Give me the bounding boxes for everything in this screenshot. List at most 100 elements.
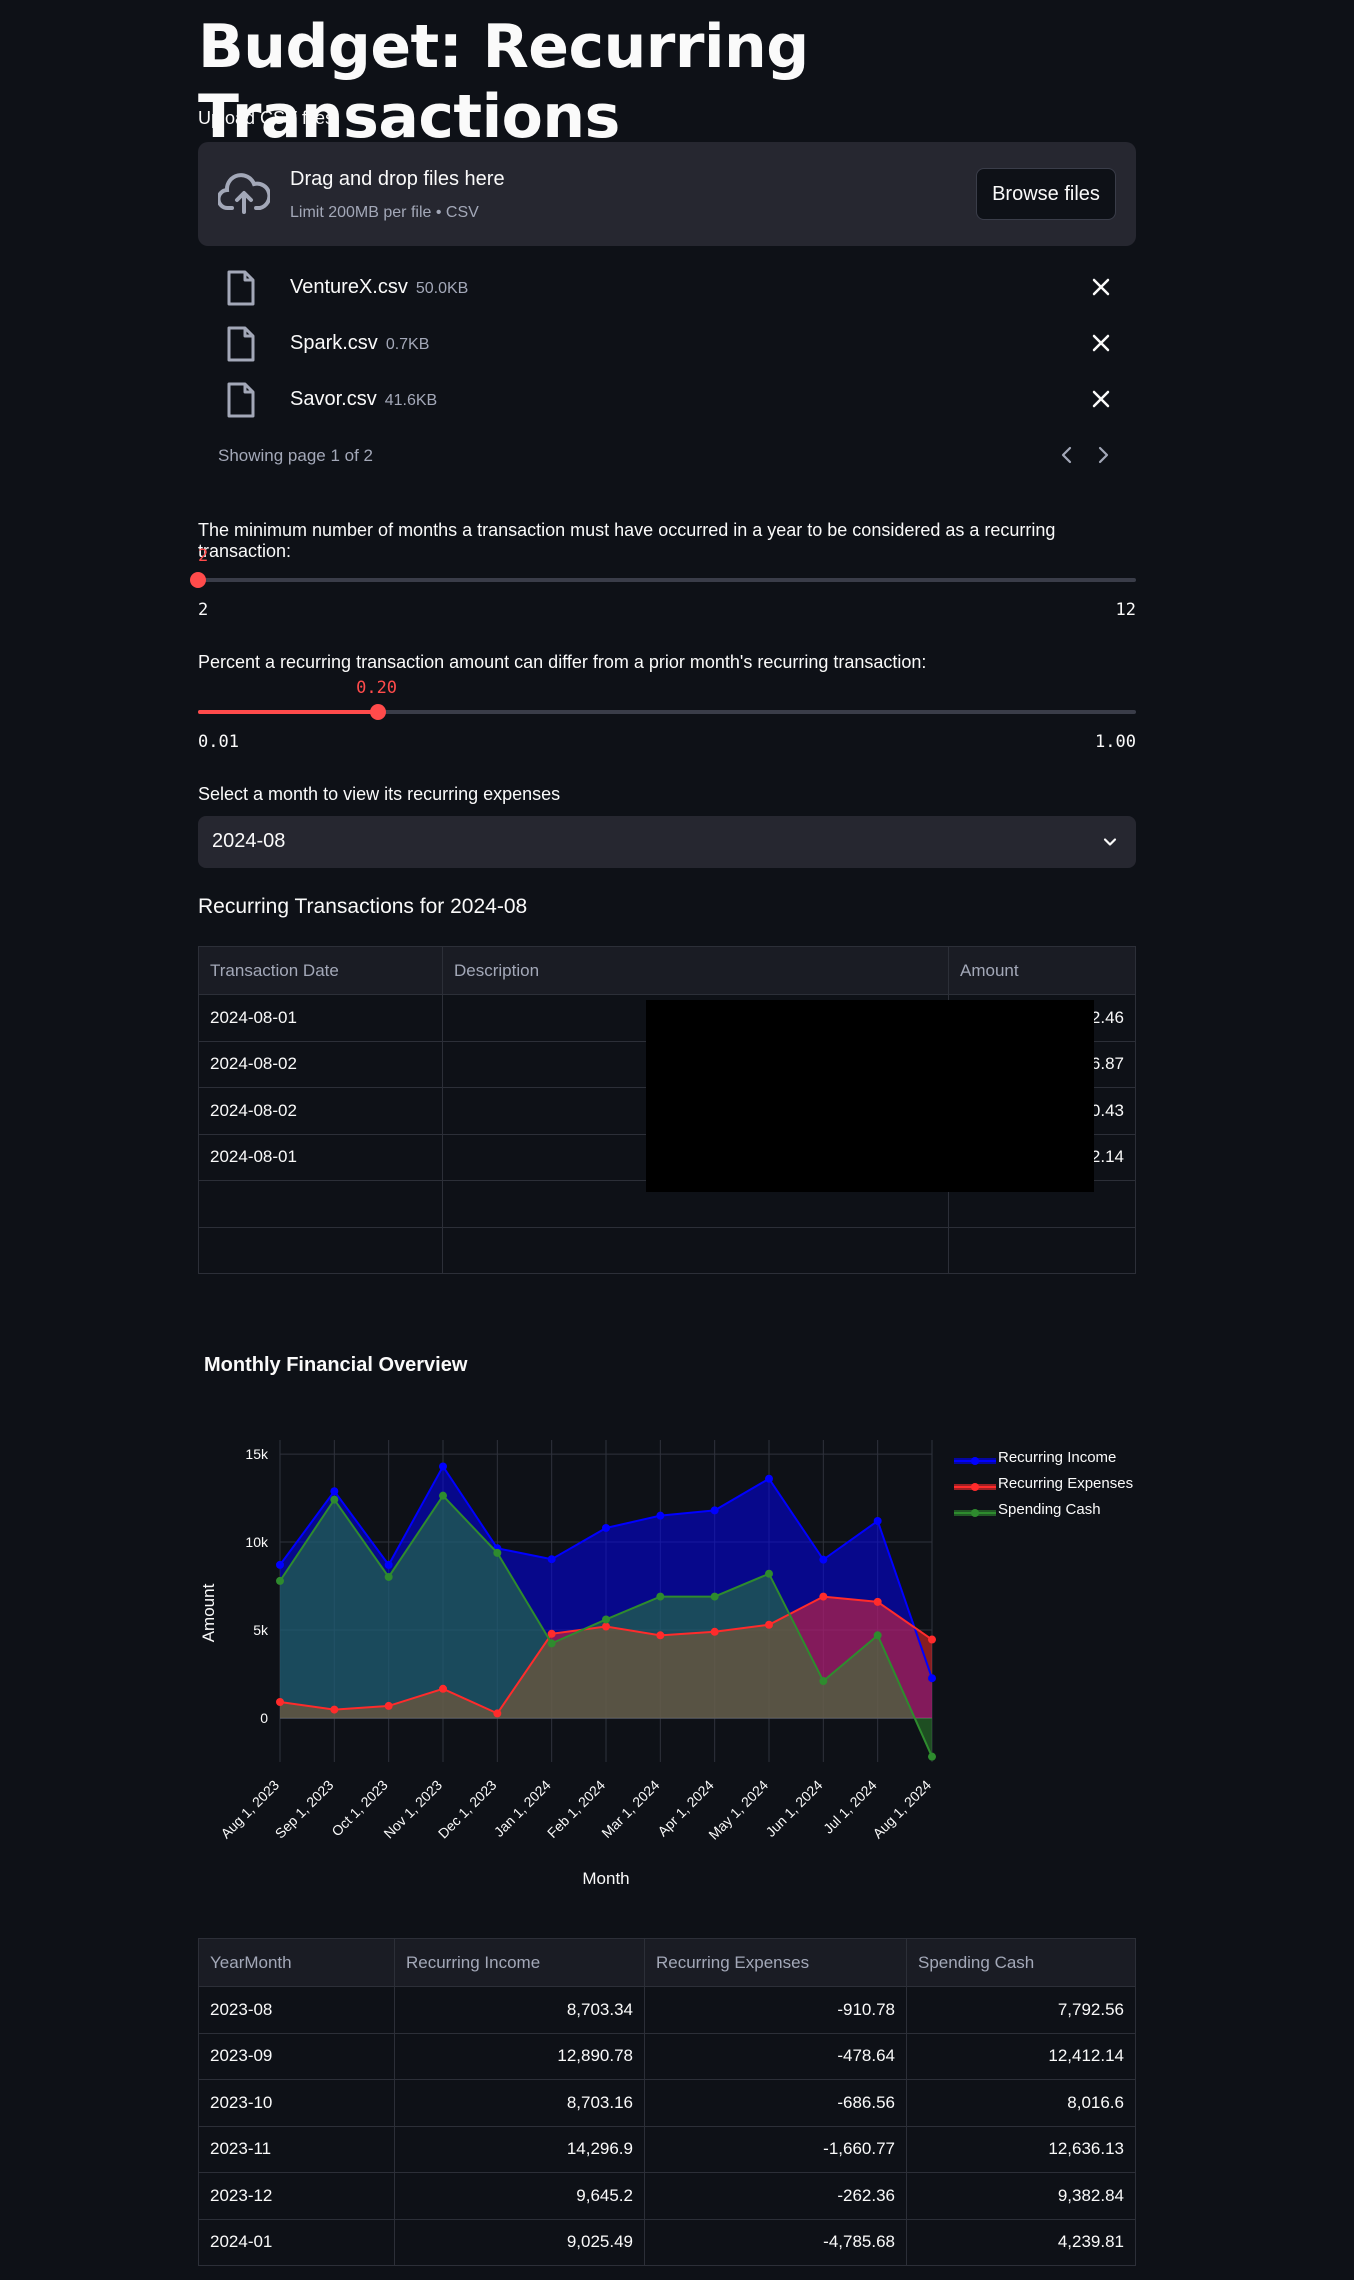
x-tick-label: Dec 1, 2023 bbox=[435, 1777, 500, 1842]
cell-spending[interactable]: 4,239.81 bbox=[906, 2218, 1136, 2266]
cell-expenses[interactable]: -4,785.68 bbox=[644, 2218, 907, 2266]
data-point bbox=[765, 1569, 773, 1578]
cell-yearmonth[interactable]: 2023-12 bbox=[198, 2172, 395, 2220]
dropzone-title: Drag and drop files here bbox=[290, 168, 505, 190]
cell-spending[interactable]: 12,412.14 bbox=[906, 2032, 1136, 2080]
file-icon bbox=[227, 326, 255, 362]
slider-max-label: 12 bbox=[1115, 600, 1136, 620]
cell-date[interactable] bbox=[198, 1226, 443, 1274]
file-icon bbox=[227, 382, 255, 418]
cell-expenses[interactable]: -1,660.77 bbox=[644, 2125, 907, 2173]
data-point bbox=[547, 1555, 556, 1564]
cell-expenses[interactable]: -262.36 bbox=[644, 2172, 907, 2220]
column-header[interactable]: Amount bbox=[948, 946, 1136, 995]
cell-date[interactable]: 2024-08-01 bbox=[198, 994, 443, 1042]
cell-yearmonth[interactable]: 2024-01 bbox=[198, 2218, 395, 2266]
cell-date[interactable] bbox=[198, 1180, 443, 1228]
legend-item[interactable]: Recurring Expenses bbox=[954, 1474, 1134, 1494]
data-point bbox=[873, 1516, 882, 1525]
table-row[interactable]: 2023-11 14,296.9 -1,660.77 12,636.13 bbox=[198, 2125, 1136, 2173]
column-header[interactable]: Recurring Expenses bbox=[644, 1938, 907, 1987]
data-point bbox=[710, 1506, 719, 1515]
chevron-right-icon[interactable] bbox=[1092, 440, 1114, 470]
legend-label: Recurring Expenses bbox=[998, 1475, 1134, 1492]
cell-spending[interactable]: 9,382.84 bbox=[906, 2172, 1136, 2220]
table-row[interactable] bbox=[198, 1226, 1136, 1274]
data-point bbox=[493, 1548, 502, 1557]
chevron-left-icon[interactable] bbox=[1056, 440, 1078, 470]
legend-swatch bbox=[954, 1479, 996, 1491]
table-row[interactable]: 2023-08 8,703.34 -910.78 7,792.56 bbox=[198, 1986, 1136, 2034]
data-point bbox=[330, 1705, 339, 1714]
chevron-down-icon bbox=[1103, 838, 1117, 846]
data-point bbox=[547, 1629, 556, 1638]
cell-date[interactable]: 2024-08-02 bbox=[198, 1040, 443, 1088]
data-point bbox=[819, 1677, 828, 1686]
data-point bbox=[765, 1474, 773, 1483]
cell-date[interactable]: 2024-08-02 bbox=[198, 1087, 443, 1135]
cell-description[interactable] bbox=[442, 1226, 949, 1274]
y-tick-label: 0 bbox=[260, 1710, 268, 1726]
column-header[interactable]: Spending Cash bbox=[906, 1938, 1136, 1987]
percent-slider[interactable]: 0.20 bbox=[198, 678, 1136, 720]
file-name: Savor.csv bbox=[290, 388, 377, 410]
slider-value: 2 bbox=[198, 546, 209, 566]
cell-spending[interactable]: 8,016.6 bbox=[906, 2079, 1136, 2127]
data-point bbox=[276, 1697, 284, 1706]
cell-expenses[interactable]: -910.78 bbox=[644, 1986, 907, 2034]
data-point bbox=[656, 1631, 665, 1640]
cell-yearmonth[interactable]: 2023-08 bbox=[198, 1986, 395, 2034]
cell-yearmonth[interactable]: 2023-11 bbox=[198, 2125, 395, 2173]
file-icon bbox=[227, 270, 255, 306]
data-point bbox=[439, 1684, 447, 1693]
data-point bbox=[819, 1592, 828, 1601]
table-row[interactable]: 2023-10 8,703.16 -686.56 8,016.6 bbox=[198, 2079, 1136, 2127]
slider-thumb[interactable] bbox=[190, 572, 206, 588]
x-tick-label: Aug 1, 2024 bbox=[869, 1777, 934, 1842]
legend-item[interactable]: Spending Cash bbox=[954, 1500, 1134, 1520]
column-header[interactable]: Recurring Income bbox=[394, 1938, 645, 1987]
cell-yearmonth[interactable]: 2023-10 bbox=[198, 2079, 395, 2127]
file-dropzone[interactable]: Drag and drop files here Limit 200MB per… bbox=[198, 142, 1136, 246]
legend-swatch bbox=[954, 1453, 996, 1465]
cell-income[interactable]: 9,645.2 bbox=[394, 2172, 645, 2220]
table-row[interactable]: 2023-12 9,645.2 -262.36 9,382.84 bbox=[198, 2172, 1136, 2220]
cell-income[interactable]: 12,890.78 bbox=[394, 2032, 645, 2080]
y-tick-label: 15k bbox=[245, 1446, 269, 1462]
data-point bbox=[493, 1709, 502, 1718]
table-row[interactable]: 2024-01 9,025.49 -4,785.68 4,239.81 bbox=[198, 2218, 1136, 2266]
data-point bbox=[928, 1635, 936, 1644]
browse-files-button[interactable]: Browse files bbox=[976, 168, 1116, 220]
summary-table[interactable]: YearMonth Recurring Income Recurring Exp… bbox=[198, 1938, 1136, 2266]
data-point bbox=[873, 1597, 882, 1606]
legend-label: Recurring Income bbox=[998, 1449, 1117, 1466]
close-icon[interactable] bbox=[1088, 274, 1114, 300]
uploaded-file-row: Savor.csv 41.6KB bbox=[198, 372, 1136, 428]
close-icon[interactable] bbox=[1088, 330, 1114, 356]
cell-spending[interactable]: 7,792.56 bbox=[906, 1986, 1136, 2034]
cell-income[interactable]: 14,296.9 bbox=[394, 2125, 645, 2173]
cell-yearmonth[interactable]: 2023-09 bbox=[198, 2032, 395, 2080]
month-select[interactable]: 2024-08 bbox=[198, 816, 1136, 868]
cell-date[interactable]: 2024-08-01 bbox=[198, 1133, 443, 1181]
cell-expenses[interactable]: -686.56 bbox=[644, 2079, 907, 2127]
months-slider[interactable]: 2 bbox=[190, 546, 1136, 588]
legend-item[interactable]: Recurring Income bbox=[954, 1448, 1134, 1468]
cell-income[interactable]: 8,703.34 bbox=[394, 1986, 645, 2034]
cell-spending[interactable]: 12,636.13 bbox=[906, 2125, 1136, 2173]
column-header[interactable]: YearMonth bbox=[198, 1938, 395, 1987]
slider-thumb[interactable] bbox=[370, 704, 387, 720]
table-row[interactable]: 2023-09 12,890.78 -478.64 12,412.14 bbox=[198, 2032, 1136, 2080]
data-point bbox=[873, 1631, 882, 1640]
column-header[interactable]: Description bbox=[442, 946, 949, 995]
column-header[interactable]: Transaction Date bbox=[198, 946, 443, 995]
transactions-title: Recurring Transactions for 2024-08 bbox=[198, 895, 528, 918]
month-select-label: Select a month to view its recurring exp… bbox=[198, 784, 561, 804]
cell-amount[interactable] bbox=[948, 1226, 1136, 1274]
percent-slider-label: Percent a recurring transaction amount c… bbox=[198, 652, 927, 672]
cell-income[interactable]: 9,025.49 bbox=[394, 2218, 645, 2266]
close-icon[interactable] bbox=[1088, 386, 1114, 412]
uploaded-file-row: VentureX.csv 50.0KB bbox=[198, 260, 1136, 316]
cell-expenses[interactable]: -478.64 bbox=[644, 2032, 907, 2080]
cell-income[interactable]: 8,703.16 bbox=[394, 2079, 645, 2127]
